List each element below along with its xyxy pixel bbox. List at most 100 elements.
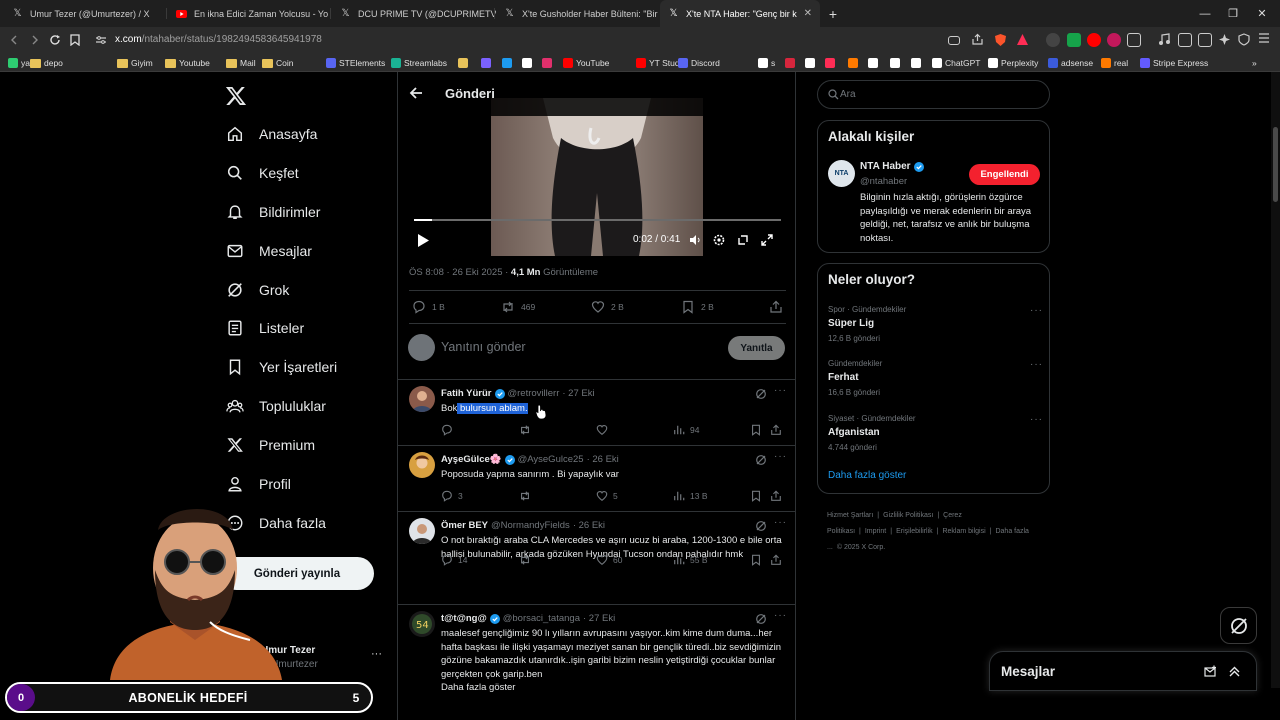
music-icon[interactable] (1158, 33, 1172, 47)
sidebar-item-home[interactable]: Anasayfa (226, 122, 317, 146)
bookmark-item[interactable] (890, 56, 900, 70)
bookmark-item[interactable]: Youtube (165, 56, 210, 70)
bookmark-item[interactable] (458, 56, 468, 70)
brave-shield-icon[interactable] (994, 33, 1008, 47)
reply-tweet[interactable]: AyşeGülce🌸 @AyseGulce25 · 26 Eki Poposuda … (398, 446, 795, 511)
more-dots-icon[interactable]: ··· (1030, 414, 1043, 425)
repost-button[interactable]: 469 (501, 300, 535, 314)
views-button[interactable]: 94 (673, 424, 699, 436)
bookmark-item[interactable] (911, 56, 921, 70)
maximize-icon[interactable]: ❐ (1219, 0, 1247, 27)
author-name[interactable]: Fatih Yürür (441, 388, 492, 399)
new-message-icon[interactable] (1204, 665, 1217, 678)
footer-link[interactable]: Gizlilik Politikası (883, 512, 933, 519)
browser-tab[interactable]: 𝕏 DCU PRIME TV (@DCUPRIMETV) / X (332, 0, 496, 27)
footer-link[interactable]: Reklam bilgisi (942, 528, 985, 535)
bookmark-button[interactable] (750, 490, 762, 502)
grok-icon[interactable] (755, 454, 767, 466)
trend-item[interactable]: Spor · Gündemdekiler Süper Lig 12,6 B gö… (828, 305, 1043, 343)
repost-button[interactable] (519, 554, 536, 566)
video-player[interactable]: 0:02 / 0:41 (408, 98, 787, 256)
play-icon[interactable] (417, 234, 429, 247)
wallet-icon[interactable] (1198, 33, 1212, 47)
more-dots-icon[interactable]: ··· (371, 648, 382, 660)
bookmark-item[interactable] (522, 56, 532, 70)
sidebar-item-x-premium[interactable]: Premium (226, 433, 315, 457)
bookmark-button[interactable] (750, 424, 762, 436)
extension-icon[interactable] (1067, 33, 1081, 47)
like-button[interactable]: 60 (596, 554, 622, 566)
bookmark-item[interactable]: Coin (262, 56, 293, 70)
sidebar-item-search[interactable]: Keşfet (226, 161, 299, 185)
site-settings-icon[interactable] (92, 31, 110, 49)
grok-icon[interactable] (755, 388, 767, 400)
bookmark-page-icon[interactable] (66, 31, 84, 49)
picture-in-picture-icon[interactable] (737, 234, 749, 246)
more-dots-icon[interactable]: ··· (774, 385, 787, 396)
extension-icon[interactable] (1046, 33, 1060, 47)
like-button[interactable] (596, 424, 613, 436)
tweet-date[interactable]: · 27 Eki (583, 613, 615, 624)
vpn-shield-icon[interactable] (1238, 33, 1252, 47)
bookmark-item[interactable]: YouTube (563, 56, 609, 70)
bookmark-item[interactable]: real (1101, 56, 1128, 70)
menu-icon[interactable] (1258, 33, 1272, 47)
extension-icon[interactable] (1127, 33, 1141, 47)
author-handle[interactable]: @borsaci_tatanga (503, 613, 580, 624)
close-tab-icon[interactable]: ✕ (804, 8, 812, 19)
minimize-icon[interactable]: — (1191, 0, 1219, 27)
new-tab-button[interactable]: + (819, 0, 847, 27)
sidebar-item-bell[interactable]: Bildirimler (226, 200, 320, 224)
sidebar-item-mail[interactable]: Mesajlar (226, 239, 312, 263)
scrollbar-thumb[interactable] (1273, 127, 1278, 202)
reply-button[interactable]: 1 B (412, 300, 445, 314)
bookmark-item[interactable]: Streamlabs (391, 56, 447, 70)
browser-tab[interactable]: 𝕏 Umur Tezer (@Umurtezer) / X (4, 0, 164, 27)
bookmark-button[interactable] (750, 554, 762, 566)
reply-tweet[interactable]: Fatih Yürür @retrovillerr · 27 Eki Bok bul… (398, 380, 795, 445)
footer-link[interactable]: Imprint (865, 528, 886, 535)
show-more-link[interactable]: Daha fazla göster (828, 470, 906, 481)
bookmark-item[interactable]: Mail (226, 56, 256, 70)
share-button[interactable] (770, 490, 782, 502)
bookmark-item[interactable] (825, 56, 835, 70)
related-handle[interactable]: @ntahaber (860, 176, 907, 187)
grok-icon[interactable] (755, 520, 767, 532)
bookmarks-overflow-icon[interactable]: » (1252, 56, 1257, 70)
sidebar-item-bookmark[interactable]: Yer İşaretleri (226, 355, 337, 379)
related-name-row[interactable]: NTA Haber (860, 161, 924, 172)
back-arrow-icon[interactable] (408, 85, 424, 101)
author-handle[interactable]: @AyseGulce25 (518, 454, 584, 465)
settings-gear-icon[interactable] (713, 234, 725, 246)
reply-button[interactable] (441, 424, 458, 436)
sidebar-toggle-icon[interactable] (1178, 33, 1192, 47)
repost-button[interactable] (519, 490, 536, 502)
footer-link[interactable]: Hizmet Şartları (827, 512, 873, 519)
trend-item[interactable]: Siyaset · Gündemdekiler Afganistan 4.744… (828, 414, 1043, 452)
bookmark-item[interactable] (542, 56, 552, 70)
browser-tab[interactable]: 𝕏 X'te Gusholder Haber Bülteni: "Bir ka (496, 0, 660, 27)
bookmark-item[interactable]: Giyim (117, 56, 153, 70)
bookmark-item[interactable] (785, 56, 795, 70)
reply-tweet[interactable]: 54 t@t@ng@ @borsaci_tatanga · 27 Eki maale… (398, 605, 795, 720)
bookmark-item[interactable]: s (758, 56, 775, 70)
share-button[interactable] (769, 300, 783, 314)
views-button[interactable]: 13 B (673, 490, 708, 502)
bookmark-item[interactable] (868, 56, 878, 70)
avatar[interactable]: NTA (828, 160, 855, 187)
bookmark-item[interactable] (848, 56, 858, 70)
grok-icon[interactable] (755, 613, 767, 625)
show-more-link[interactable]: Daha fazla göster (441, 681, 787, 695)
like-button[interactable]: 5 (596, 490, 618, 502)
bookmark-item[interactable] (502, 56, 512, 70)
bookmark-item[interactable]: Discord (678, 56, 720, 70)
forward-arrow-icon[interactable] (26, 31, 44, 49)
bookmark-item[interactable]: Stripe Express (1140, 56, 1208, 70)
extension-icon[interactable] (1087, 33, 1101, 47)
extension-icon[interactable] (1107, 33, 1121, 47)
author-handle[interactable]: @retrovillerr (508, 388, 560, 399)
author-name[interactable]: AyşeGülce🌸 (441, 454, 502, 465)
sidebar-item-communities[interactable]: Topluluklar (226, 394, 326, 418)
bookmark-item[interactable]: STElements (326, 56, 385, 70)
trend-item[interactable]: Gündemdekiler Ferhat 16,6 B gönderi ··· (828, 359, 1043, 397)
